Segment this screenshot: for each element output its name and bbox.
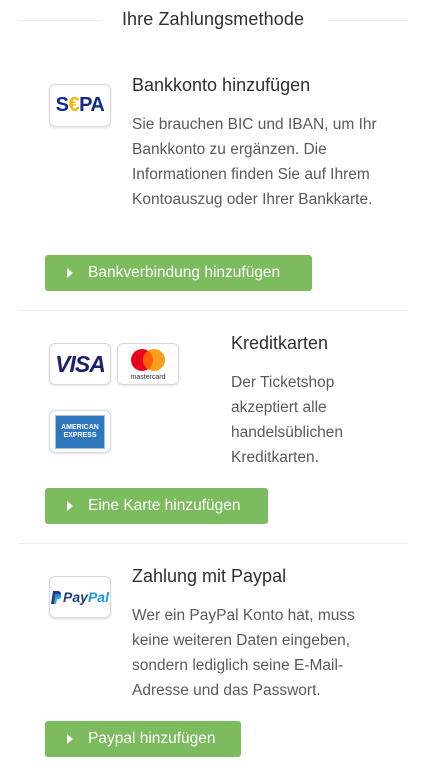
play-arrow-icon	[67, 734, 73, 744]
add-paypal-label: Paypal hinzufügen	[88, 730, 216, 747]
paypal-description: Wer ein PayPal Konto hat, muss keine wei…	[132, 607, 355, 699]
paypal-heading: Zahlung mit Paypal	[132, 566, 287, 586]
bank-account-description: Sie brauchen BIC und IBAN, um Ihr Bankko…	[132, 116, 377, 208]
credit-cards-description: Der Ticketshop akzeptiert alle handelsüb…	[231, 374, 344, 466]
american-express-logo: AMERICAN EXPRESS	[49, 410, 111, 453]
section-divider	[18, 310, 408, 311]
sepa-logo: S€PA	[49, 84, 111, 127]
header-divider-right	[328, 20, 408, 21]
play-arrow-icon	[67, 268, 73, 278]
add-bank-connection-button[interactable]: Bankverbindung hinzufügen	[45, 255, 312, 291]
play-arrow-icon	[67, 501, 73, 511]
payment-method-header: Ihre Zahlungsmethode	[0, 0, 426, 40]
add-paypal-button[interactable]: Paypal hinzufügen	[45, 721, 241, 757]
paypal-logo: Pay Pal	[49, 576, 111, 618]
paypal-p-icon	[51, 590, 62, 604]
add-card-label: Eine Karte hinzufügen	[88, 497, 241, 514]
add-card-button[interactable]: Eine Karte hinzufügen	[45, 488, 268, 524]
section-divider	[18, 543, 408, 544]
visa-logo: VISA	[49, 343, 111, 385]
bank-account-heading: Bankkonto hinzufügen	[132, 75, 311, 95]
mastercard-logo: mastercard	[117, 343, 179, 385]
add-bank-connection-label: Bankverbindung hinzufügen	[88, 264, 281, 281]
mastercard-wordmark: mastercard	[130, 374, 166, 381]
credit-cards-heading: Kreditkarten	[231, 333, 329, 353]
